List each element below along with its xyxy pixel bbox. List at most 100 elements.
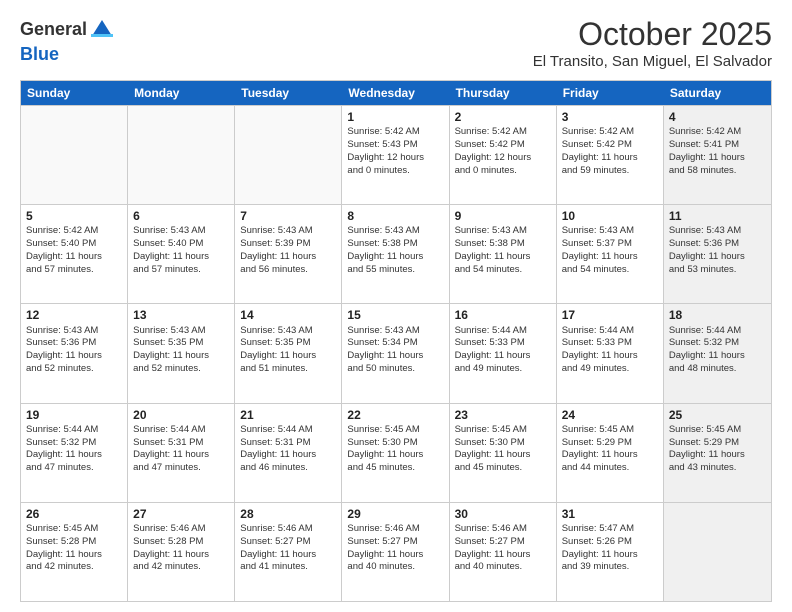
logo-icon [88,16,116,44]
calendar-cell [21,106,128,204]
calendar-row-5: 26Sunrise: 5:45 AM Sunset: 5:28 PM Dayli… [21,502,771,601]
day-number: 31 [562,506,658,522]
header: General Blue October 2025 El Transito, S… [20,16,772,70]
calendar-cell: 29Sunrise: 5:46 AM Sunset: 5:27 PM Dayli… [342,503,449,601]
header-day-monday: Monday [128,81,235,105]
calendar-cell: 16 Sunrise: 5:44 AM Sunset: 5:33 PM Dayli… [450,304,557,402]
location-title: El Transito, San Miguel, El Salvador [533,53,772,70]
month-title: October 2025 [533,16,772,53]
day-number: 13 [133,307,229,323]
calendar-cell: 7Sunrise: 5:43 AM Sunset: 5:39 PM Daylig… [235,205,342,303]
day-info: Sunrise: 5:42 AM Sunset: 5:42 PM Dayligh… [455,126,551,177]
day-info: Sunrise: 5:45 AM Sunset: 5:29 PM Dayligh… [562,424,658,475]
day-number: 29 [347,506,443,522]
day-info: Sunrise: 5:43 AM Sunset: 5:35 PM Dayligh… [240,325,336,376]
day-number: 3 [562,109,658,125]
day-info: Sunrise: 5:44 AM Sunset: 5:33 PM Dayligh… [455,325,551,376]
calendar-cell: 24Sunrise: 5:45 AM Sunset: 5:29 PM Dayli… [557,404,664,502]
calendar-cell: 20Sunrise: 5:44 AM Sunset: 5:31 PM Dayli… [128,404,235,502]
day-info: Sunrise: 5:44 AM Sunset: 5:31 PM Dayligh… [133,424,229,475]
header-day-saturday: Saturday [664,81,771,105]
calendar-cell [664,503,771,601]
day-info: Sunrise: 5:45 AM Sunset: 5:30 PM Dayligh… [347,424,443,475]
day-number: 16 [455,307,551,323]
calendar-cell: 13Sunrise: 5:43 AM Sunset: 5:35 PM Dayli… [128,304,235,402]
calendar-cell: 30Sunrise: 5:46 AM Sunset: 5:27 PM Dayli… [450,503,557,601]
calendar-cell: 31Sunrise: 5:47 AM Sunset: 5:26 PM Dayli… [557,503,664,601]
calendar-cell: 3Sunrise: 5:42 AM Sunset: 5:42 PM Daylig… [557,106,664,204]
day-number: 18 [669,307,766,323]
day-info: Sunrise: 5:42 AM Sunset: 5:41 PM Dayligh… [669,126,766,177]
day-info: Sunrise: 5:46 AM Sunset: 5:27 PM Dayligh… [347,523,443,574]
calendar-cell: 26Sunrise: 5:45 AM Sunset: 5:28 PM Dayli… [21,503,128,601]
day-info: Sunrise: 5:43 AM Sunset: 5:36 PM Dayligh… [669,225,766,276]
day-number: 19 [26,407,122,423]
calendar-row-1: 1Sunrise: 5:42 AM Sunset: 5:43 PM Daylig… [21,105,771,204]
calendar-cell: 10Sunrise: 5:43 AM Sunset: 5:37 PM Dayli… [557,205,664,303]
calendar-cell [235,106,342,204]
day-info: Sunrise: 5:45 AM Sunset: 5:30 PM Dayligh… [455,424,551,475]
day-number: 17 [562,307,658,323]
day-info: Sunrise: 5:46 AM Sunset: 5:27 PM Dayligh… [240,523,336,574]
calendar-cell: 28Sunrise: 5:46 AM Sunset: 5:27 PM Dayli… [235,503,342,601]
calendar-row-3: 12Sunrise: 5:43 AM Sunset: 5:36 PM Dayli… [21,303,771,402]
calendar-body: 1Sunrise: 5:42 AM Sunset: 5:43 PM Daylig… [21,105,771,601]
day-number: 9 [455,208,551,224]
day-info: Sunrise: 5:43 AM Sunset: 5:37 PM Dayligh… [562,225,658,276]
day-number: 7 [240,208,336,224]
day-info: Sunrise: 5:46 AM Sunset: 5:28 PM Dayligh… [133,523,229,574]
calendar-cell: 11Sunrise: 5:43 AM Sunset: 5:36 PM Dayli… [664,205,771,303]
day-number: 15 [347,307,443,323]
header-day-sunday: Sunday [21,81,128,105]
day-number: 25 [669,407,766,423]
header-day-tuesday: Tuesday [235,81,342,105]
calendar-cell: 14Sunrise: 5:43 AM Sunset: 5:35 PM Dayli… [235,304,342,402]
calendar-cell: 18 Sunrise: 5:44 AM Sunset: 5:32 PM Dayli… [664,304,771,402]
calendar-cell: 9Sunrise: 5:43 AM Sunset: 5:38 PM Daylig… [450,205,557,303]
calendar-cell: 22Sunrise: 5:45 AM Sunset: 5:30 PM Dayli… [342,404,449,502]
day-number: 11 [669,208,766,224]
day-number: 1 [347,109,443,125]
day-info: Sunrise: 5:44 AM Sunset: 5:32 PM Dayligh… [669,325,766,376]
day-number: 27 [133,506,229,522]
calendar-cell: 23Sunrise: 5:45 AM Sunset: 5:30 PM Dayli… [450,404,557,502]
day-info: Sunrise: 5:44 AM Sunset: 5:31 PM Dayligh… [240,424,336,475]
day-info: Sunrise: 5:42 AM Sunset: 5:43 PM Dayligh… [347,126,443,177]
day-number: 12 [26,307,122,323]
day-info: Sunrise: 5:42 AM Sunset: 5:40 PM Dayligh… [26,225,122,276]
calendar-cell: 4Sunrise: 5:42 AM Sunset: 5:41 PM Daylig… [664,106,771,204]
calendar-cell: 2Sunrise: 5:42 AM Sunset: 5:42 PM Daylig… [450,106,557,204]
day-number: 6 [133,208,229,224]
day-info: Sunrise: 5:43 AM Sunset: 5:38 PM Dayligh… [455,225,551,276]
logo: General Blue [20,16,117,66]
calendar-row-2: 5Sunrise: 5:42 AM Sunset: 5:40 PM Daylig… [21,204,771,303]
header-day-wednesday: Wednesday [342,81,449,105]
day-info: Sunrise: 5:43 AM Sunset: 5:38 PM Dayligh… [347,225,443,276]
page: General Blue October 2025 El Transito, S… [0,0,792,612]
day-number: 8 [347,208,443,224]
title-block: October 2025 El Transito, San Miguel, El… [533,16,772,70]
day-info: Sunrise: 5:47 AM Sunset: 5:26 PM Dayligh… [562,523,658,574]
calendar-cell: 6Sunrise: 5:43 AM Sunset: 5:40 PM Daylig… [128,205,235,303]
header-day-friday: Friday [557,81,664,105]
day-info: Sunrise: 5:45 AM Sunset: 5:28 PM Dayligh… [26,523,122,574]
day-number: 28 [240,506,336,522]
day-number: 23 [455,407,551,423]
day-info: Sunrise: 5:44 AM Sunset: 5:32 PM Dayligh… [26,424,122,475]
calendar-cell: 15Sunrise: 5:43 AM Sunset: 5:34 PM Dayli… [342,304,449,402]
calendar-row-4: 19Sunrise: 5:44 AM Sunset: 5:32 PM Dayli… [21,403,771,502]
calendar-cell: 25Sunrise: 5:45 AM Sunset: 5:29 PM Dayli… [664,404,771,502]
day-number: 22 [347,407,443,423]
calendar: SundayMondayTuesdayWednesdayThursdayFrid… [20,80,772,602]
logo-blue: Blue [20,44,59,64]
day-info: Sunrise: 5:44 AM Sunset: 5:33 PM Dayligh… [562,325,658,376]
day-number: 30 [455,506,551,522]
day-number: 26 [26,506,122,522]
calendar-cell: 1Sunrise: 5:42 AM Sunset: 5:43 PM Daylig… [342,106,449,204]
day-info: Sunrise: 5:45 AM Sunset: 5:29 PM Dayligh… [669,424,766,475]
day-number: 4 [669,109,766,125]
day-number: 2 [455,109,551,125]
day-number: 5 [26,208,122,224]
calendar-cell: 5Sunrise: 5:42 AM Sunset: 5:40 PM Daylig… [21,205,128,303]
calendar-cell: 27Sunrise: 5:46 AM Sunset: 5:28 PM Dayli… [128,503,235,601]
